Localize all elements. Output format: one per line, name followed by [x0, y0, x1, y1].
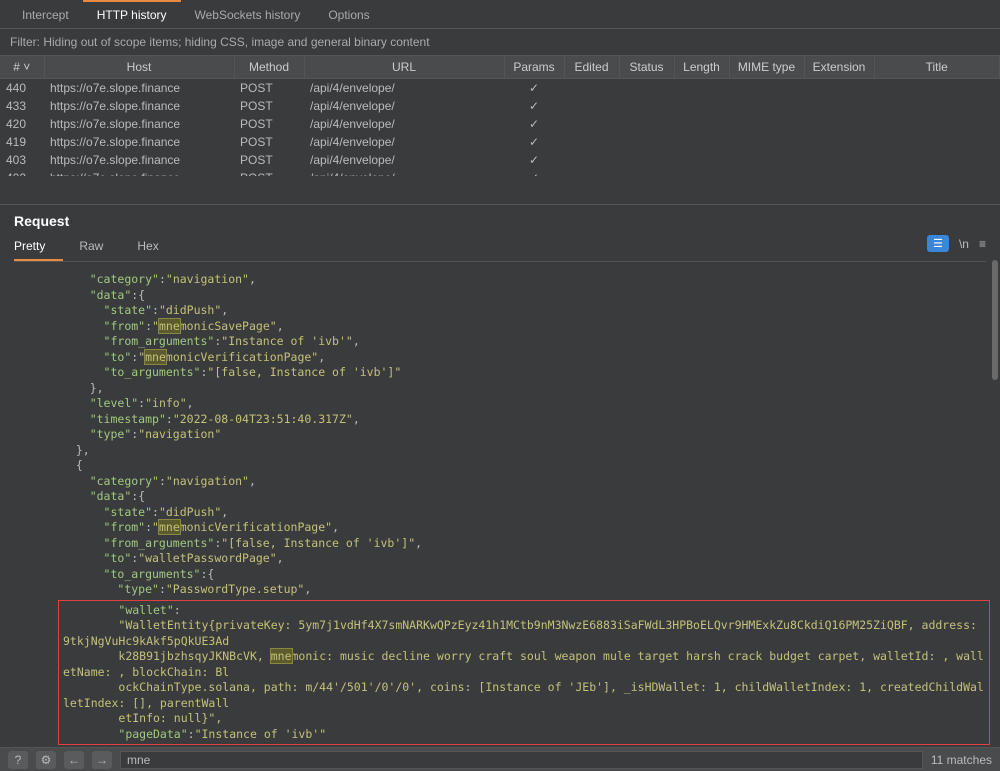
- table-row[interactable]: 420https://o7e.slope.financePOST/api/4/e…: [0, 115, 1000, 133]
- tab-http-history[interactable]: HTTP history: [83, 0, 181, 28]
- main-tabs: Intercept HTTP history WebSockets histor…: [0, 0, 1000, 29]
- col-edited[interactable]: Edited: [564, 56, 619, 79]
- col-num[interactable]: # ˅: [0, 56, 44, 79]
- newline-icon[interactable]: \n: [959, 237, 969, 251]
- table-row[interactable]: 402https://o7e.slope.financePOST/api/4/e…: [0, 169, 1000, 176]
- request-body[interactable]: "category":"navigation", "data":{ "state…: [0, 262, 1000, 762]
- table-row[interactable]: 433https://o7e.slope.financePOST/api/4/e…: [0, 97, 1000, 115]
- req-tab-pretty[interactable]: Pretty: [14, 235, 63, 261]
- tab-options[interactable]: Options: [314, 0, 383, 28]
- request-tabs: Pretty Raw Hex ☰ \n ≡: [14, 235, 986, 262]
- history-table: # ˅ Host Method URL Params Edited Status…: [0, 56, 1000, 176]
- col-url[interactable]: URL: [304, 56, 504, 79]
- col-status[interactable]: Status: [619, 56, 674, 79]
- table-row[interactable]: 403https://o7e.slope.financePOST/api/4/e…: [0, 151, 1000, 169]
- bottom-bar: ? ⚙ ← → 11 matches: [0, 747, 1000, 771]
- scrollbar[interactable]: [992, 260, 998, 380]
- highlighted-wallet-block: "wallet": "WalletEntity{privateKey: 5ym7…: [58, 600, 990, 746]
- settings-icon[interactable]: ⚙: [36, 751, 56, 769]
- forward-icon[interactable]: →: [92, 751, 112, 769]
- table-header-row: # ˅ Host Method URL Params Edited Status…: [0, 56, 1000, 79]
- col-length[interactable]: Length: [674, 56, 729, 79]
- col-ext[interactable]: Extension: [804, 56, 874, 79]
- tab-intercept[interactable]: Intercept: [8, 0, 83, 28]
- search-input[interactable]: [120, 751, 923, 769]
- back-icon[interactable]: ←: [64, 751, 84, 769]
- req-tab-hex[interactable]: Hex: [137, 235, 176, 261]
- match-count: 11 matches: [931, 753, 992, 767]
- table-row[interactable]: 440https://o7e.slope.financePOST/api/4/e…: [0, 79, 1000, 98]
- col-method[interactable]: Method: [234, 56, 304, 79]
- filter-bar[interactable]: Filter: Hiding out of scope items; hidin…: [0, 29, 1000, 56]
- wrap-icon[interactable]: ☰: [927, 235, 949, 252]
- table-row[interactable]: 419https://o7e.slope.financePOST/api/4/e…: [0, 133, 1000, 151]
- tab-websockets[interactable]: WebSockets history: [181, 0, 315, 28]
- request-title: Request: [14, 213, 986, 229]
- col-params[interactable]: Params: [504, 56, 564, 79]
- col-title[interactable]: Title: [874, 56, 1000, 79]
- help-icon[interactable]: ?: [8, 751, 28, 769]
- col-mime[interactable]: MIME type: [729, 56, 804, 79]
- req-tab-raw[interactable]: Raw: [79, 235, 121, 261]
- menu-icon[interactable]: ≡: [979, 237, 986, 251]
- col-host[interactable]: Host: [44, 56, 234, 79]
